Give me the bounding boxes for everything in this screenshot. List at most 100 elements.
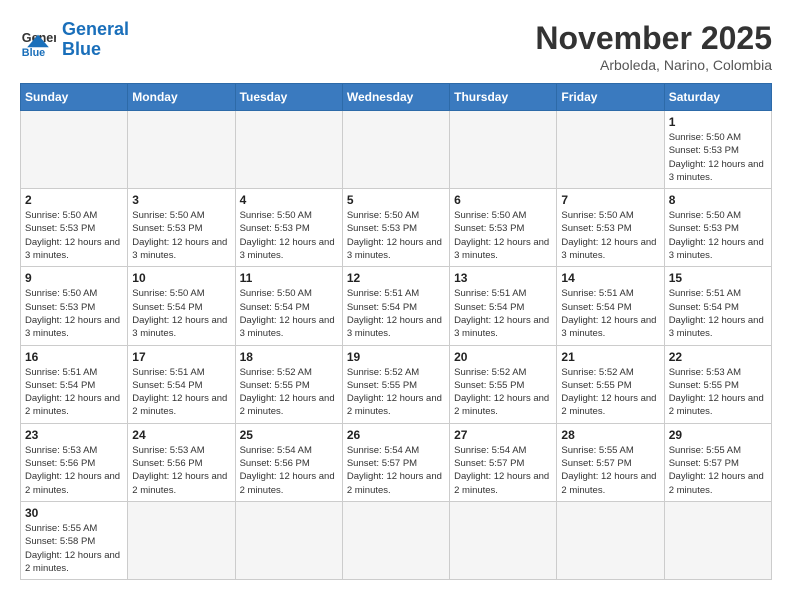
day-cell [235, 111, 342, 189]
day-number: 21 [561, 350, 659, 364]
weekday-header-row: SundayMondayTuesdayWednesdayThursdayFrid… [21, 84, 772, 111]
day-number: 1 [669, 115, 767, 129]
day-number: 5 [347, 193, 445, 207]
day-number: 9 [25, 271, 123, 285]
day-number: 13 [454, 271, 552, 285]
weekday-header-saturday: Saturday [664, 84, 771, 111]
day-cell: 30 Sunrise: 5:55 AMSunset: 5:58 PMDayligh… [21, 501, 128, 579]
day-number: 15 [669, 271, 767, 285]
day-cell: 20 Sunrise: 5:52 AMSunset: 5:55 PMDayligh… [450, 345, 557, 423]
day-cell: 22 Sunrise: 5:53 AMSunset: 5:55 PMDayligh… [664, 345, 771, 423]
day-cell [664, 501, 771, 579]
day-cell: 11 Sunrise: 5:50 AMSunset: 5:54 PMDayligh… [235, 267, 342, 345]
day-info: Sunrise: 5:51 AMSunset: 5:54 PMDaylight:… [25, 366, 123, 419]
day-number: 24 [132, 428, 230, 442]
day-info: Sunrise: 5:50 AMSunset: 5:54 PMDaylight:… [240, 287, 338, 340]
logo-text: GeneralBlue [62, 20, 129, 60]
week-row-5: 23 Sunrise: 5:53 AMSunset: 5:56 PMDayligh… [21, 423, 772, 501]
day-cell [128, 501, 235, 579]
svg-text:Blue: Blue [22, 47, 45, 58]
day-info: Sunrise: 5:52 AMSunset: 5:55 PMDaylight:… [454, 366, 552, 419]
subtitle: Arboleda, Narino, Colombia [535, 57, 772, 73]
day-info: Sunrise: 5:51 AMSunset: 5:54 PMDaylight:… [454, 287, 552, 340]
day-cell [128, 111, 235, 189]
day-info: Sunrise: 5:51 AMSunset: 5:54 PMDaylight:… [347, 287, 445, 340]
day-number: 29 [669, 428, 767, 442]
day-number: 23 [25, 428, 123, 442]
day-cell [450, 501, 557, 579]
day-info: Sunrise: 5:54 AMSunset: 5:57 PMDaylight:… [347, 444, 445, 497]
day-cell [21, 111, 128, 189]
day-cell: 13 Sunrise: 5:51 AMSunset: 5:54 PMDayligh… [450, 267, 557, 345]
weekday-header-tuesday: Tuesday [235, 84, 342, 111]
day-number: 18 [240, 350, 338, 364]
day-cell [342, 501, 449, 579]
logo: General Blue GeneralBlue [20, 20, 129, 60]
day-number: 17 [132, 350, 230, 364]
day-cell [235, 501, 342, 579]
day-info: Sunrise: 5:52 AMSunset: 5:55 PMDaylight:… [347, 366, 445, 419]
day-cell: 28Sunrise: 5:55 AMSunset: 5:57 PMDayligh… [557, 423, 664, 501]
day-cell: 21 Sunrise: 5:52 AMSunset: 5:55 PMDayligh… [557, 345, 664, 423]
day-info: Sunrise: 5:53 AMSunset: 5:56 PMDaylight:… [25, 444, 123, 497]
day-info: Sunrise: 5:51 AMSunset: 5:54 PMDaylight:… [132, 366, 230, 419]
day-cell [450, 111, 557, 189]
day-cell: 27 Sunrise: 5:54 AMSunset: 5:57 PMDayligh… [450, 423, 557, 501]
day-cell [557, 111, 664, 189]
day-cell: 1 Sunrise: 5:50 AMSunset: 5:53 PMDaylight… [664, 111, 771, 189]
day-number: 26 [347, 428, 445, 442]
day-number: 30 [25, 506, 123, 520]
day-info: Sunrise: 5:55 AMSunset: 5:57 PMDaylight:… [669, 444, 767, 497]
week-row-1: 1 Sunrise: 5:50 AMSunset: 5:53 PMDaylight… [21, 111, 772, 189]
day-info: Sunrise: 5:51 AMSunset: 5:54 PMDaylight:… [561, 287, 659, 340]
weekday-header-wednesday: Wednesday [342, 84, 449, 111]
day-number: 28 [561, 428, 659, 442]
day-number: 22 [669, 350, 767, 364]
day-number: 20 [454, 350, 552, 364]
header: General Blue GeneralBlue November 2025 A… [20, 20, 772, 73]
day-info: Sunrise: 5:54 AMSunset: 5:56 PMDaylight:… [240, 444, 338, 497]
day-number: 25 [240, 428, 338, 442]
day-cell: 17 Sunrise: 5:51 AMSunset: 5:54 PMDayligh… [128, 345, 235, 423]
day-cell: 5 Sunrise: 5:50 AMSunset: 5:53 PMDaylight… [342, 189, 449, 267]
day-number: 4 [240, 193, 338, 207]
day-info: Sunrise: 5:52 AMSunset: 5:55 PMDaylight:… [561, 366, 659, 419]
day-cell: 10 Sunrise: 5:50 AMSunset: 5:54 PMDayligh… [128, 267, 235, 345]
weekday-header-thursday: Thursday [450, 84, 557, 111]
day-info: Sunrise: 5:50 AMSunset: 5:54 PMDaylight:… [132, 287, 230, 340]
day-cell: 18Sunrise: 5:52 AMSunset: 5:55 PMDayligh… [235, 345, 342, 423]
day-info: Sunrise: 5:51 AMSunset: 5:54 PMDaylight:… [669, 287, 767, 340]
day-number: 12 [347, 271, 445, 285]
day-number: 2 [25, 193, 123, 207]
day-cell: 9 Sunrise: 5:50 AMSunset: 5:53 PMDaylight… [21, 267, 128, 345]
day-number: 6 [454, 193, 552, 207]
day-cell: 25 Sunrise: 5:54 AMSunset: 5:56 PMDayligh… [235, 423, 342, 501]
day-cell: 26 Sunrise: 5:54 AMSunset: 5:57 PMDayligh… [342, 423, 449, 501]
day-info: Sunrise: 5:50 AMSunset: 5:53 PMDaylight:… [132, 209, 230, 262]
day-info: Sunrise: 5:54 AMSunset: 5:57 PMDaylight:… [454, 444, 552, 497]
day-info: Sunrise: 5:50 AMSunset: 5:53 PMDaylight:… [25, 287, 123, 340]
day-cell: 19Sunrise: 5:52 AMSunset: 5:55 PMDayligh… [342, 345, 449, 423]
day-number: 3 [132, 193, 230, 207]
day-number: 8 [669, 193, 767, 207]
day-number: 10 [132, 271, 230, 285]
week-row-3: 9 Sunrise: 5:50 AMSunset: 5:53 PMDaylight… [21, 267, 772, 345]
day-info: Sunrise: 5:53 AMSunset: 5:55 PMDaylight:… [669, 366, 767, 419]
day-cell: 4 Sunrise: 5:50 AMSunset: 5:53 PMDaylight… [235, 189, 342, 267]
week-row-6: 30 Sunrise: 5:55 AMSunset: 5:58 PMDayligh… [21, 501, 772, 579]
day-number: 16 [25, 350, 123, 364]
day-info: Sunrise: 5:50 AMSunset: 5:53 PMDaylight:… [25, 209, 123, 262]
day-info: Sunrise: 5:55 AMSunset: 5:58 PMDaylight:… [25, 522, 123, 575]
day-info: Sunrise: 5:50 AMSunset: 5:53 PMDaylight:… [347, 209, 445, 262]
day-number: 27 [454, 428, 552, 442]
weekday-header-friday: Friday [557, 84, 664, 111]
day-cell: 23 Sunrise: 5:53 AMSunset: 5:56 PMDayligh… [21, 423, 128, 501]
calendar-table: SundayMondayTuesdayWednesdayThursdayFrid… [20, 83, 772, 580]
month-title: November 2025 [535, 20, 772, 57]
day-info: Sunrise: 5:50 AMSunset: 5:53 PMDaylight:… [669, 131, 767, 184]
title-area: November 2025 Arboleda, Narino, Colombia [535, 20, 772, 73]
week-row-4: 16 Sunrise: 5:51 AMSunset: 5:54 PMDayligh… [21, 345, 772, 423]
day-cell: 15 Sunrise: 5:51 AMSunset: 5:54 PMDayligh… [664, 267, 771, 345]
day-number: 11 [240, 271, 338, 285]
day-info: Sunrise: 5:50 AMSunset: 5:53 PMDaylight:… [240, 209, 338, 262]
